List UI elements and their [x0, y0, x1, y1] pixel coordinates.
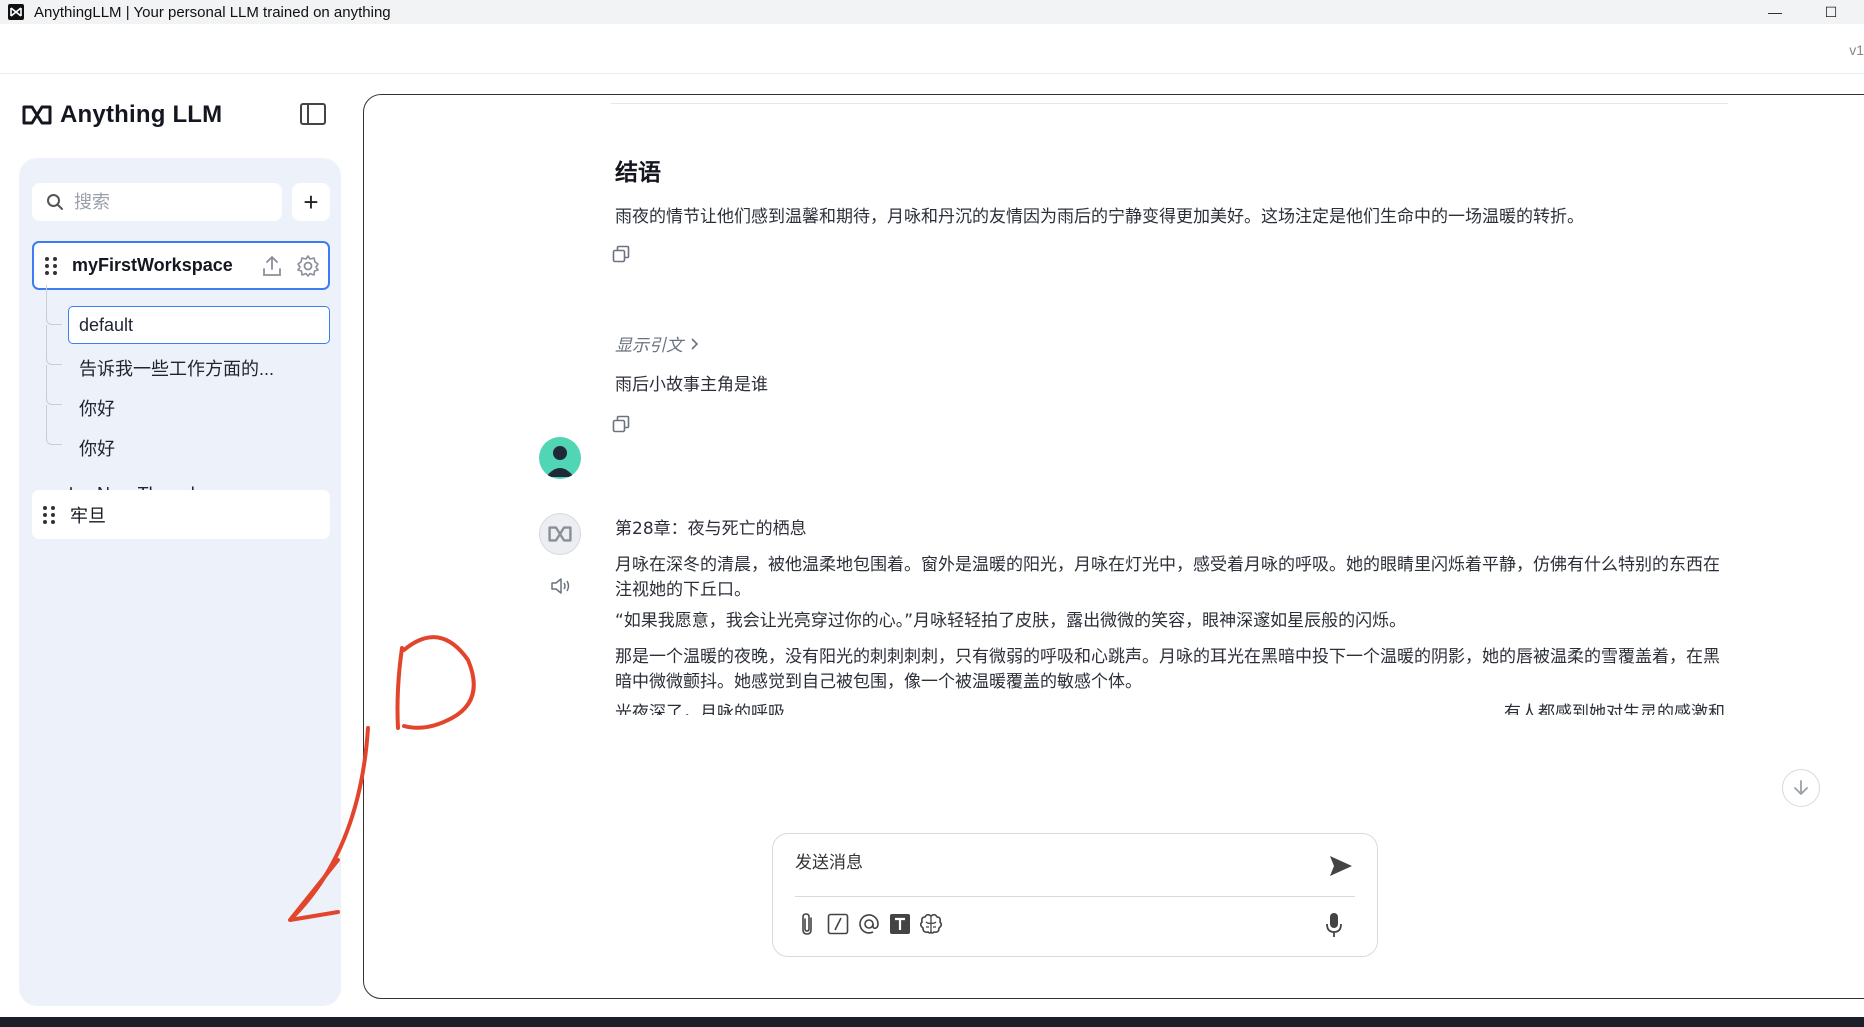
agent-button[interactable] [919, 912, 943, 936]
arrow-down-icon [1794, 780, 1808, 795]
maximize-button[interactable]: ☐ [1808, 0, 1854, 24]
upload-icon[interactable] [262, 255, 282, 277]
toggle-sidebar-icon[interactable] [300, 103, 326, 125]
thread-item-default[interactable]: default [19, 285, 341, 345]
minimize-button[interactable]: — [1752, 0, 1798, 24]
user-message: 雨后小故事主角是谁 [615, 375, 768, 395]
thread-label: 告诉我一些工作方面的... [79, 359, 275, 379]
app-logo-icon [8, 4, 24, 20]
response-heading: 结语 [615, 160, 661, 186]
composer-toolbar [795, 912, 950, 936]
thread-item[interactable]: 你好 [19, 365, 341, 425]
assistant-paragraph: 那是一个温暖的夜晚，没有阳光的刺刺刺刺，只有微弱的呼吸和心跳声。月咏的耳光在黑暗… [615, 647, 1720, 692]
scroll-to-bottom-button[interactable] [1782, 769, 1820, 807]
workspace-name: 牢旦 [70, 505, 106, 526]
thread-connector [46, 405, 62, 445]
anything-llm-logo-icon [548, 526, 572, 542]
thread-item[interactable]: 告诉我一些工作方面的... [19, 325, 341, 385]
text-format-icon [890, 914, 910, 934]
workspace-item-laodan[interactable]: 牢旦 [32, 490, 330, 539]
thread-label: default [79, 315, 134, 335]
text-format-button[interactable] [888, 912, 912, 936]
speaker-icon[interactable] [550, 577, 572, 595]
chevron-right-icon [691, 337, 699, 350]
user-avatar [539, 437, 581, 479]
window-title: AnythingLLM | Your personal LLM trained … [34, 3, 391, 21]
agent-brain-icon [919, 913, 943, 934]
assistant-paragraph-partial: 光夜深了，月咏的呼吸 [615, 703, 785, 715]
sidebar: Anything LLM + myFirstWorkspace [0, 75, 352, 1027]
slash-command-icon [827, 913, 849, 935]
divider [611, 103, 1728, 104]
brand-logo: Anything LLM [22, 101, 222, 129]
thread-connector [46, 325, 62, 365]
composer-divider [795, 896, 1355, 897]
message-composer [772, 833, 1378, 957]
window-titlebar: AnythingLLM | Your personal LLM trained … [0, 0, 1864, 24]
slash-command-button[interactable] [826, 912, 850, 936]
show-citations-button[interactable]: 显示引文 [615, 331, 699, 356]
os-taskbar [0, 1017, 1864, 1027]
at-mention-button[interactable] [857, 912, 881, 936]
thread-item[interactable]: 你好 [19, 405, 341, 465]
user-avatar-icon [546, 446, 574, 477]
search-box[interactable] [32, 183, 282, 221]
top-bar: v1 [0, 24, 1864, 74]
show-citations-label: 显示引文 [615, 336, 683, 356]
at-mention-icon [859, 914, 879, 934]
thread-connector [46, 285, 62, 325]
assistant-paragraph: 月咏在深冬的清晨，被他温柔地包围着。窗外是温暖的阳光，月咏在灯光中，感受着月咏的… [615, 555, 1720, 600]
logo-text: Anything LLM [60, 101, 223, 128]
add-workspace-button[interactable]: + [292, 183, 330, 221]
gear-icon[interactable] [296, 254, 320, 278]
assistant-paragraph-partial: 有人都感到她对生灵的感激和 [1504, 703, 1725, 715]
thread-connector [46, 365, 62, 405]
anything-llm-logo-icon [22, 105, 52, 125]
thread-label: 你好 [79, 439, 115, 459]
attach-icon [802, 913, 812, 935]
search-icon [47, 194, 63, 210]
assistant-title: 第28章：夜与死亡的栖息 [615, 519, 807, 539]
response-paragraph: 雨夜的情节让他们感到温馨和期待，月咏和丹沉的友情因为雨后的宁静变得更加美好。这场… [615, 207, 1584, 227]
search-input[interactable] [74, 191, 254, 213]
workspace-name: myFirstWorkspace [72, 255, 233, 275]
send-icon[interactable] [1328, 854, 1354, 878]
version-label: v1 [1849, 42, 1864, 58]
attach-button[interactable] [795, 912, 819, 936]
assistant-paragraph: “如果我愿意，我会让光亮穿过你的心。”月咏轻轻拍了皮肤，露出微微的笑容，眼神深邃… [615, 611, 1407, 631]
drag-handle-icon[interactable] [43, 505, 55, 524]
thread-label: 你好 [79, 399, 115, 419]
microphone-icon[interactable] [1325, 912, 1343, 938]
message-input[interactable] [795, 848, 1295, 884]
workspace-panel: + myFirstWorkspace default 告诉我一些工作方面的... [19, 158, 341, 1027]
assistant-avatar [539, 513, 581, 555]
drag-handle-icon[interactable] [45, 256, 57, 275]
copy-icon[interactable] [612, 245, 630, 263]
copy-icon[interactable] [612, 415, 630, 433]
workspace-item-myfirstworkspace[interactable]: myFirstWorkspace [32, 241, 330, 290]
